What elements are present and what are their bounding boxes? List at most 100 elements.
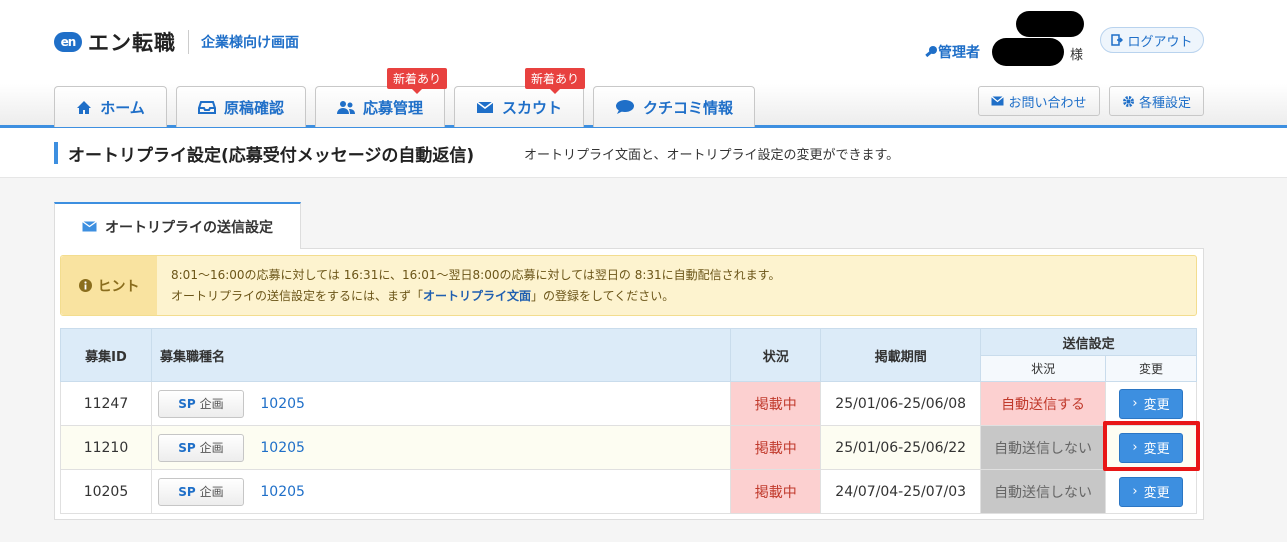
hint-box: ヒント 8:01～16:00の応募に対しては 16:31に、16:01～翌日8:… <box>60 255 1197 316</box>
tab-label: ホーム <box>100 98 145 117</box>
tab-label: 応募管理 <box>362 98 423 117</box>
admin-label: 管理者 <box>924 42 980 62</box>
row-status: 掲載中 <box>730 469 822 514</box>
row-id: 11210 <box>60 425 152 470</box>
chevron-right-icon: › <box>1132 484 1138 499</box>
row-change: › 変更 <box>1105 425 1197 470</box>
autoreply-text-link[interactable]: オートリプライ文面 <box>423 289 531 303</box>
hint-line-1: 8:01～16:00の応募に対しては 16:31に、16:01～翌日8:00の応… <box>171 268 781 282</box>
row-id: 10205 <box>60 469 152 514</box>
row-status: 掲載中 <box>730 381 822 426</box>
row-change: › 変更 <box>1105 381 1197 426</box>
plan-label: 企画 <box>199 485 224 499</box>
tab-applications[interactable]: 応募管理 <box>315 86 445 127</box>
gear-icon <box>1122 95 1134 107</box>
mail-icon <box>82 221 97 232</box>
key-icon <box>925 46 937 58</box>
title-accent-bar <box>54 142 58 164</box>
hint-text: 8:01～16:00の応募に対しては 16:31に、16:01～翌日8:00の応… <box>171 265 780 307</box>
mail-icon <box>476 100 494 113</box>
header: en エン転職 企業様向け画面 管理者 様 ログアウト ホーム 原稿確認 応募管… <box>0 0 1287 128</box>
chevron-right-icon: › <box>1132 440 1138 455</box>
honorific: 様 <box>1070 48 1084 63</box>
hint-line-2-pre: オートリプライの送信設定をするには、まず「 <box>171 289 424 303</box>
settings-label: 各種設定 <box>1138 95 1191 111</box>
mail-icon <box>991 96 1005 106</box>
header-send: 送信設定 <box>980 328 1197 356</box>
header-period: 掲載期間 <box>820 328 982 382</box>
header-id: 募集ID <box>60 328 152 382</box>
logout-button[interactable]: ログアウト <box>1100 27 1204 53</box>
tab-label: 原稿確認 <box>223 98 284 117</box>
change-label: 変更 <box>1143 442 1170 457</box>
table-row: 10205 SP 企画 10205 掲載中 24/07/04-25/07/03 自… <box>60 469 1197 514</box>
sp-plan-button[interactable]: SP 企画 <box>157 389 244 418</box>
tab-label: スカウト <box>501 98 562 117</box>
row-send-status: 自動送信しない <box>980 469 1106 514</box>
plan-label: 企画 <box>199 441 224 455</box>
row-send-status: 自動送信する <box>980 381 1106 426</box>
autoreply-table: 募集ID 募集職種名 状況 掲載期間 送信設定 状況 変更 11247 SP 企画… <box>60 328 1197 514</box>
tab-home[interactable]: ホーム <box>54 86 167 127</box>
home-icon <box>77 100 92 114</box>
job-name-link[interactable]: 10205 <box>260 396 305 412</box>
job-name-link[interactable]: 10205 <box>260 484 305 500</box>
row-period: 25/01/06-25/06/22 <box>820 425 982 470</box>
logout-icon <box>1111 34 1124 46</box>
row-id: 11247 <box>60 381 152 426</box>
change-button[interactable]: › 変更 <box>1119 388 1183 419</box>
people-icon <box>336 100 355 114</box>
logo-separator <box>188 30 189 54</box>
logout-label: ログアウト <box>1127 34 1193 50</box>
header-status: 状況 <box>730 328 822 382</box>
admin-text: 管理者 <box>938 45 980 61</box>
hint-label: ヒント <box>61 256 157 315</box>
table-row: 11210 SP 企画 10205 掲載中 25/01/06-25/06/22 自… <box>60 425 1197 470</box>
row-job: SP 企画 10205 <box>150 469 732 514</box>
sp-label: SP <box>178 484 196 499</box>
header-send-change: 変更 <box>1105 355 1197 382</box>
redacted-name <box>992 38 1064 66</box>
contact-button[interactable]: お問い合わせ <box>978 86 1100 116</box>
inbox-icon <box>197 101 216 114</box>
tab-send-settings[interactable]: オートリプライの送信設定 <box>54 202 301 249</box>
change-button[interactable]: › 変更 <box>1119 476 1183 507</box>
logo[interactable]: en エン転職 企業様向け画面 <box>54 27 299 57</box>
tab-label: オートリプライの送信設定 <box>105 219 273 236</box>
header-job: 募集職種名 <box>150 328 732 382</box>
change-button[interactable]: › 変更 <box>1119 432 1183 463</box>
sp-plan-button[interactable]: SP 企画 <box>157 433 244 462</box>
row-status: 掲載中 <box>730 425 822 470</box>
sp-plan-button[interactable]: SP 企画 <box>157 477 244 506</box>
header-send-status: 状況 <box>980 355 1106 382</box>
change-label: 変更 <box>1143 398 1170 413</box>
row-job: SP 企画 10205 <box>150 425 732 470</box>
sp-label: SP <box>178 396 196 411</box>
table-row: 11247 SP 企画 10205 掲載中 25/01/06-25/06/08 自… <box>60 381 1197 426</box>
chevron-right-icon: › <box>1132 396 1138 411</box>
hint-line-2-post: 」の登録をしてください。 <box>531 289 675 303</box>
plan-label: 企画 <box>199 397 224 411</box>
hint-line-2: オートリプライの送信設定をするには、まず「オートリプライ文面」の登録をしてくださ… <box>171 286 780 307</box>
logo-text: エン転職 <box>88 31 176 55</box>
hint-label-text: ヒント <box>97 278 140 295</box>
change-label: 変更 <box>1143 486 1170 501</box>
new-badge: 新着あり <box>387 68 448 94</box>
tab-reviews[interactable]: クチコミ情報 <box>593 86 755 127</box>
logo-mark: en <box>54 32 82 52</box>
row-period: 24/07/04-25/07/03 <box>820 469 982 514</box>
new-badge: 新着あり <box>525 68 586 94</box>
row-job: SP 企画 10205 <box>150 381 732 426</box>
redacted-name <box>1016 11 1084 37</box>
row-period: 25/01/06-25/06/08 <box>820 381 982 426</box>
row-send-status: 自動送信しない <box>980 425 1106 470</box>
tab-scout[interactable]: スカウト <box>454 86 584 127</box>
page-title: オートリプライ設定(応募受付メッセージの自動返信) <box>68 146 475 166</box>
settings-button[interactable]: 各種設定 <box>1109 86 1204 116</box>
job-name-link[interactable]: 10205 <box>260 440 305 456</box>
logo-subtitle: 企業様向け画面 <box>201 35 299 51</box>
tab-label: クチコミ情報 <box>642 98 733 117</box>
contact-label: お問い合わせ <box>1008 95 1087 111</box>
tab-manuscript[interactable]: 原稿確認 <box>176 86 306 127</box>
sp-label: SP <box>178 440 196 455</box>
